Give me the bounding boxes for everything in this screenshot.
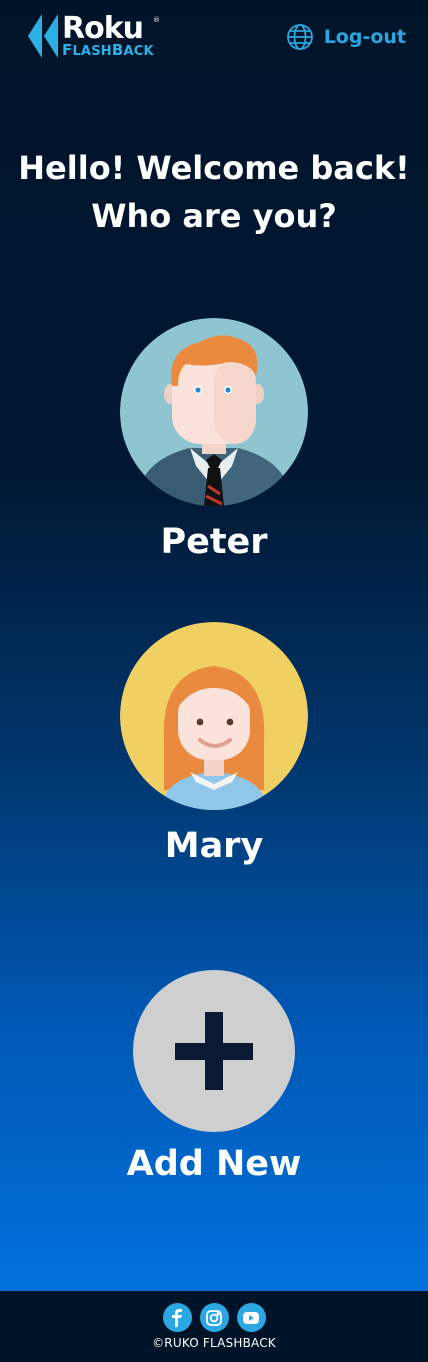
profile-name-mary: Mary xyxy=(164,826,264,866)
logo-flashback-text: FLASHBACK xyxy=(62,41,154,59)
copyright-text: ©RUKO FLASHBACK xyxy=(152,1336,276,1350)
instagram-icon[interactable] xyxy=(199,1303,229,1332)
logout-label: Log-out xyxy=(323,26,406,48)
add-new-label: Add New xyxy=(126,1144,302,1184)
welcome-line-1: Hello! Welcome back! xyxy=(18,149,410,187)
rewind-chevron-icon xyxy=(28,14,58,58)
youtube-icon[interactable] xyxy=(236,1303,266,1332)
facebook-icon[interactable] xyxy=(162,1303,192,1332)
logo-roku-text: Roku xyxy=(62,11,144,46)
add-new-profile-button[interactable]: Add New xyxy=(0,970,428,1186)
header: Roku ® FLASHBACK Log-out xyxy=(0,0,428,80)
logo-trademark: ® xyxy=(153,16,160,24)
profile-peter[interactable]: Peter xyxy=(0,318,428,564)
female-avatar-icon xyxy=(120,622,308,810)
social-links xyxy=(0,1303,428,1332)
plus-icon xyxy=(133,970,295,1132)
welcome-line-2: Who are you? xyxy=(91,197,337,235)
roku-flashback-logo[interactable]: Roku ® FLASHBACK xyxy=(28,11,168,62)
profile-mary[interactable]: Mary xyxy=(0,622,428,868)
welcome-heading: Hello! Welcome back! Who are you? xyxy=(0,144,428,240)
profile-name-peter: Peter xyxy=(160,522,268,562)
logout-button[interactable]: Log-out xyxy=(286,22,406,52)
footer: ©RUKO FLASHBACK xyxy=(0,1291,428,1362)
globe-icon xyxy=(286,24,313,50)
male-avatar-icon xyxy=(120,318,308,506)
